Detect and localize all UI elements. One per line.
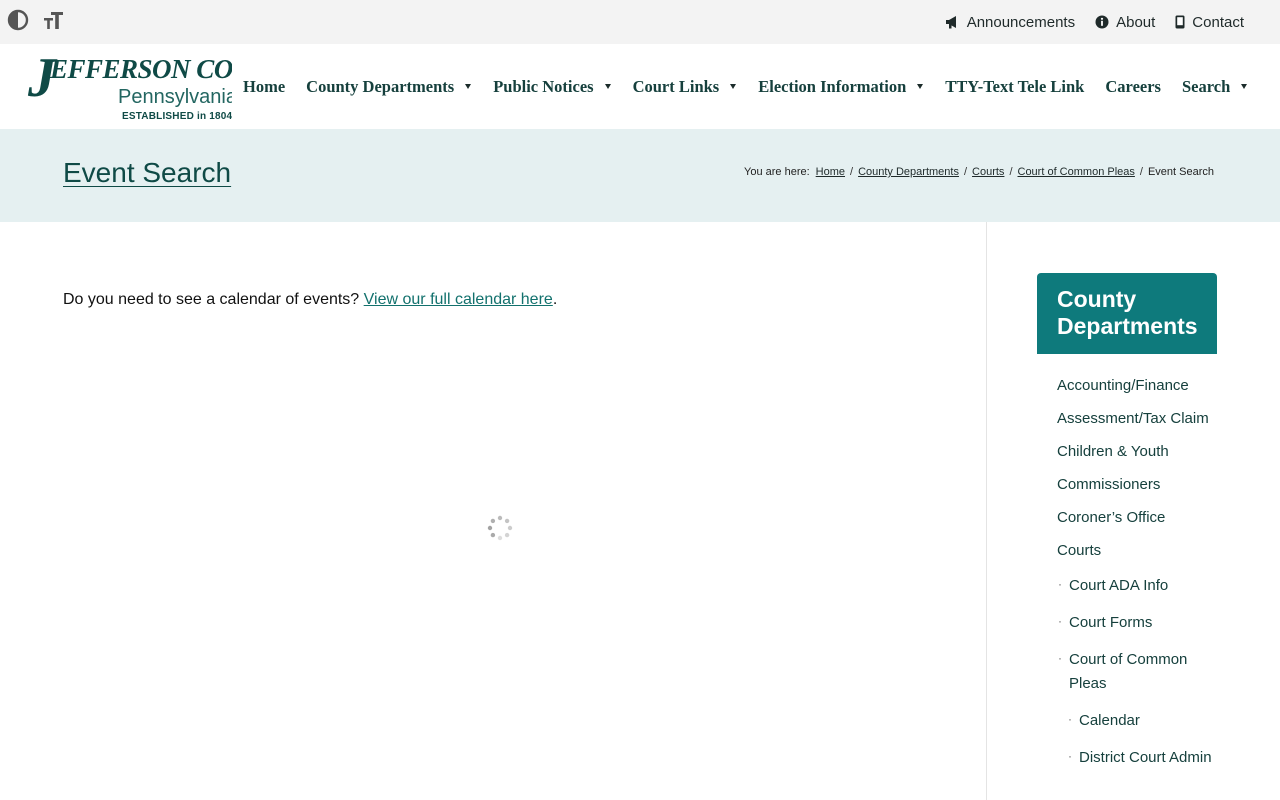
sidebar-subitem-court-forms[interactable]: Court Forms xyxy=(1037,609,1217,635)
sidebar-subitem-calendar[interactable]: Calendar xyxy=(1037,707,1217,733)
sidebar-subitem-district-court-admin[interactable]: District Court Admin xyxy=(1037,744,1217,770)
breadcrumb-court-of-common-pleas[interactable]: Court of Common Pleas xyxy=(1018,166,1135,178)
contact-link[interactable]: Contact xyxy=(1175,14,1244,31)
calendar-intro: Do you need to see a calendar of events?… xyxy=(63,291,557,309)
megaphone-icon xyxy=(945,15,960,29)
nav-home[interactable]: Home xyxy=(243,77,285,97)
utility-links: Announcements About Contact xyxy=(945,0,1244,44)
info-icon xyxy=(1095,15,1109,29)
full-calendar-link[interactable]: View our full calendar here xyxy=(364,291,553,308)
about-link[interactable]: About xyxy=(1095,14,1155,31)
sidebar-item-accounting-finance[interactable]: Accounting/Finance xyxy=(1037,374,1217,398)
announcements-link[interactable]: Announcements xyxy=(945,14,1075,31)
nav-county-departments-label: County Departments xyxy=(306,76,455,96)
sidebar: County Departments Accounting/Finance As… xyxy=(1037,273,1217,783)
sidebar-item-commissioners[interactable]: Commissioners xyxy=(1037,473,1217,497)
announcements-label: Announcements xyxy=(966,13,1076,31)
nav-election-information[interactable]: Election Information xyxy=(758,76,924,97)
breadcrumb-separator: / xyxy=(1139,166,1143,178)
nav-public-notices-label: Public Notices xyxy=(493,76,594,96)
breadcrumb-separator: / xyxy=(1009,166,1013,178)
nav-careers-label: Careers xyxy=(1105,76,1161,96)
caret-down-icon xyxy=(465,84,472,89)
breadcrumb-current: Event Search xyxy=(1147,166,1214,178)
nav-election-information-label: Election Information xyxy=(758,76,907,96)
county-logo[interactable]: JEFFERSON CO Pennsylvania ESTABLISHED in… xyxy=(26,50,232,126)
breadcrumb-separator: / xyxy=(963,166,968,178)
phone-icon xyxy=(1175,15,1185,29)
sidebar-item-children-youth[interactable]: Children & Youth xyxy=(1037,440,1217,464)
nav-home-label: Home xyxy=(243,76,286,96)
contact-label: Contact xyxy=(1192,13,1244,31)
sidebar-item-coroners-office[interactable]: Coroner’s Office xyxy=(1037,506,1217,530)
sidebar-item-assessment-tax-claim[interactable]: Assessment/Tax Claim xyxy=(1037,407,1217,431)
contrast-toggle-icon[interactable] xyxy=(6,8,30,32)
logo-state: Pennsylvania xyxy=(118,86,232,108)
sidebar-divider xyxy=(986,222,987,800)
text-size-icon[interactable] xyxy=(42,8,66,32)
page-title[interactable]: Event Search xyxy=(63,157,231,189)
nav-county-departments[interactable]: County Departments xyxy=(306,76,472,97)
logo-wordmark-rest: EFFERSON CO xyxy=(50,54,232,84)
caret-down-icon xyxy=(730,84,737,89)
nav-court-links-label: Court Links xyxy=(632,76,720,96)
main-nav: Home County Departments Public Notices C… xyxy=(243,44,1248,129)
page-title-banner: Event Search You are here: Home / County… xyxy=(0,129,1280,222)
caret-down-icon xyxy=(604,84,611,89)
calendar-intro-text: Do you need to see a calendar of events? xyxy=(63,291,360,308)
calendar-intro-end: . xyxy=(552,291,558,308)
nav-search-label: Search xyxy=(1181,76,1231,96)
nav-court-links[interactable]: Court Links xyxy=(633,77,737,97)
nav-tty-text-tele-link[interactable]: TTY-Text Tele Link xyxy=(945,77,1084,97)
breadcrumb-separator: / xyxy=(850,166,854,178)
nav-public-notices[interactable]: Public Notices xyxy=(493,76,611,97)
sidebar-item-courts[interactable]: Courts xyxy=(1037,539,1217,563)
nav-tty-label: TTY-Text Tele Link xyxy=(945,76,1085,96)
caret-down-icon xyxy=(1241,84,1248,89)
about-label: About xyxy=(1116,13,1156,31)
sidebar-subitem-court-of-common-pleas[interactable]: Court of Common Pleas xyxy=(1037,646,1217,696)
breadcrumb-prefix: You are here: xyxy=(744,166,810,178)
breadcrumb: You are here: Home / County Departments … xyxy=(744,166,1214,178)
breadcrumb-county-departments[interactable]: County Departments xyxy=(858,166,959,178)
caret-down-icon xyxy=(917,84,924,89)
nav-search[interactable]: Search xyxy=(1181,76,1248,97)
logo-established: ESTABLISHED in 1804 xyxy=(122,111,232,122)
sidebar-heading: County Departments xyxy=(1037,273,1217,354)
sidebar-list: Accounting/Finance Assessment/Tax Claim … xyxy=(1037,354,1217,770)
utility-bar: Announcements About Contact xyxy=(0,0,1280,44)
main-content: Do you need to see a calendar of events?… xyxy=(0,222,986,800)
site-header: JEFFERSON CO Pennsylvania ESTABLISHED in… xyxy=(0,44,1280,129)
loading-spinner-icon xyxy=(487,515,513,541)
sidebar-subitem-court-ada-info[interactable]: Court ADA Info xyxy=(1037,572,1217,598)
breadcrumb-home[interactable]: Home xyxy=(816,166,845,178)
breadcrumb-courts[interactable]: Courts xyxy=(972,166,1004,178)
nav-careers[interactable]: Careers xyxy=(1105,77,1161,97)
